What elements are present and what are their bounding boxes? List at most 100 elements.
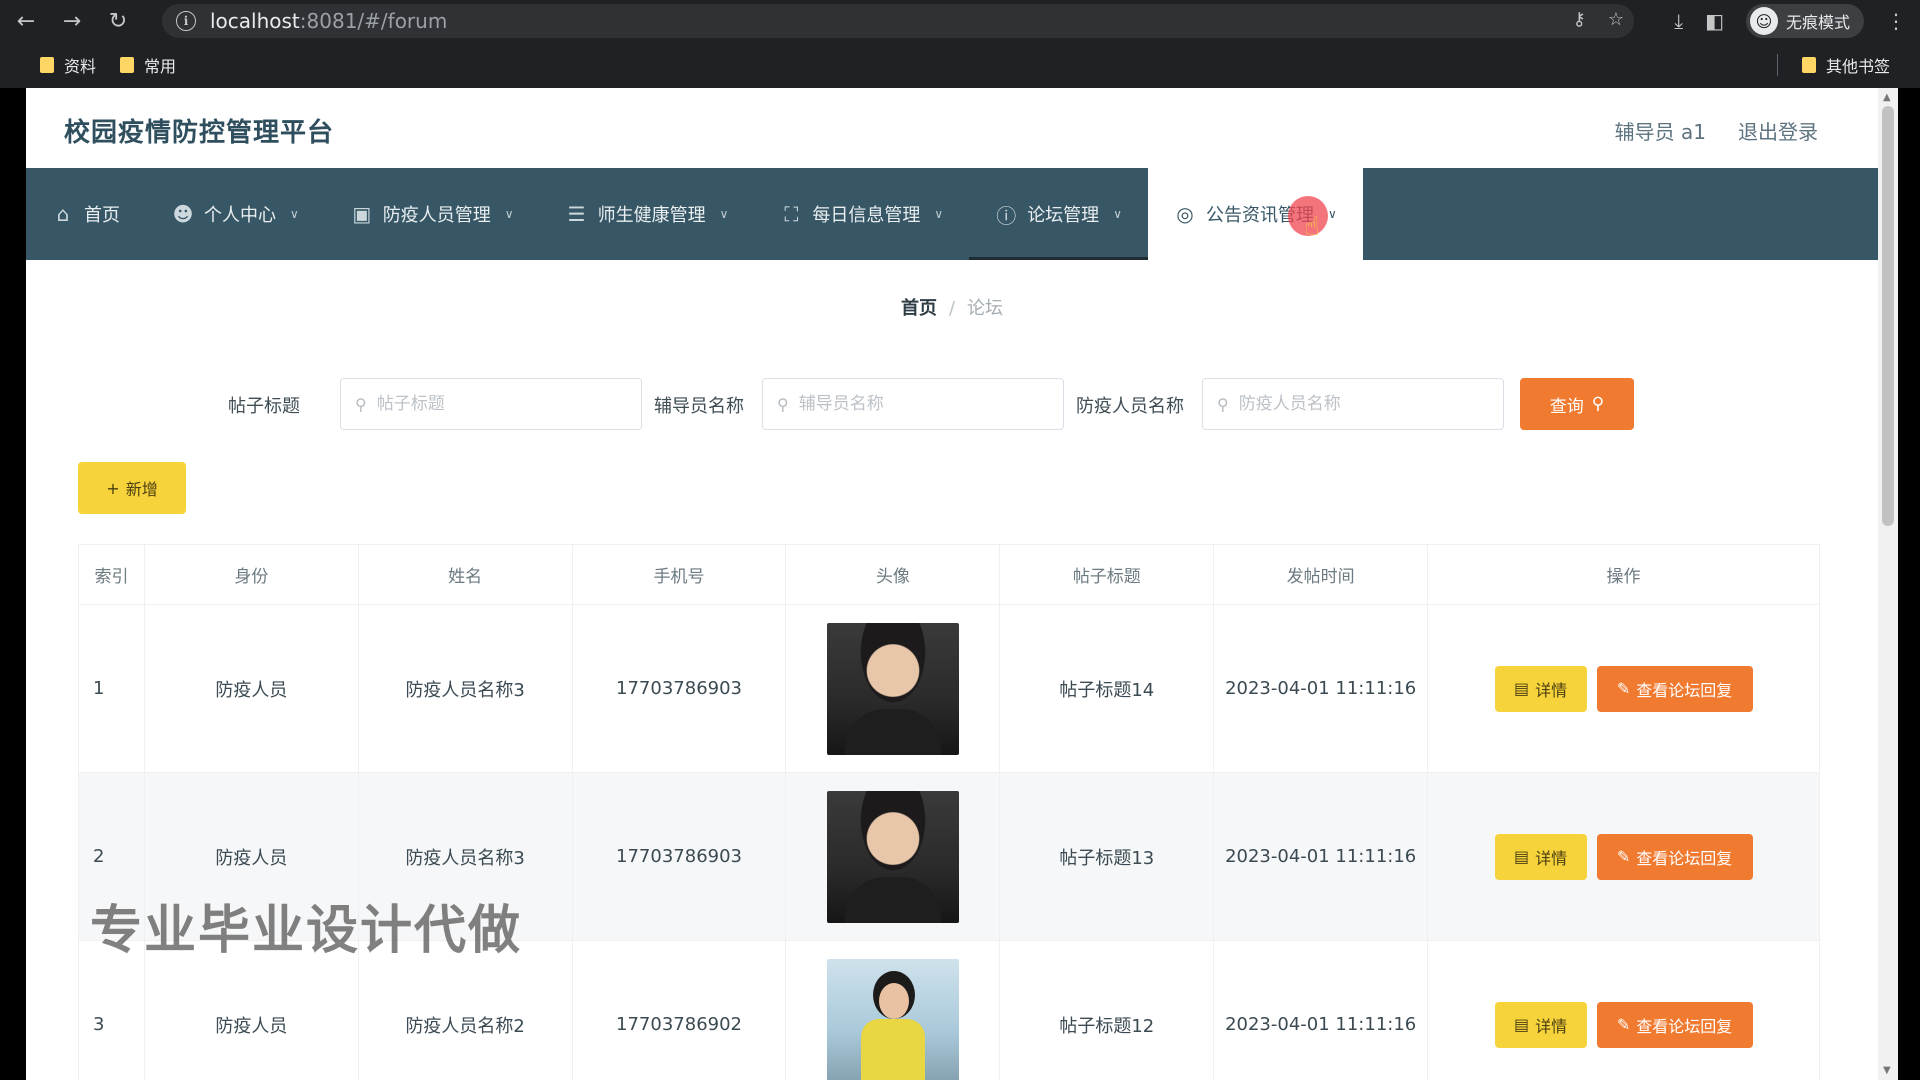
menu-item-personal[interactable]: ☻ 个人中心 ∨ bbox=[146, 168, 325, 260]
url-text: localhost:8081/#/forum bbox=[210, 9, 448, 33]
search-icon: ⚲ bbox=[355, 394, 367, 414]
folder-icon bbox=[120, 57, 135, 73]
chevron-down-icon: ∨ bbox=[1113, 207, 1122, 221]
search-icon: ⚲ bbox=[1591, 394, 1605, 414]
cell-time: 2023-04-01 11:11:16 bbox=[1213, 604, 1429, 773]
key-icon[interactable]: ⚷ bbox=[1573, 9, 1586, 30]
forward-icon[interactable]: → bbox=[52, 3, 92, 39]
staff-search-input[interactable] bbox=[1238, 394, 1479, 414]
view-replies-button[interactable]: ✎ 查看论坛回复 bbox=[1596, 833, 1753, 880]
main-menu: ⌂ 首页 ☻ 个人中心 ∨ ▣ 防疫人员管理 ∨ ☰ 师生健康管理 ∨ ⛶ 每日… bbox=[26, 168, 1878, 260]
cell-avatar bbox=[785, 940, 1001, 1080]
edit-icon: ✎ bbox=[1616, 679, 1631, 698]
scroll-thumb[interactable] bbox=[1882, 106, 1894, 526]
logout-link[interactable]: 退出登录 bbox=[1738, 116, 1818, 145]
cell-role: 防疫人员 bbox=[143, 604, 359, 773]
scroll-up-icon[interactable]: ▲ bbox=[1883, 92, 1891, 103]
col-index: 索引 bbox=[78, 544, 145, 605]
edit-icon: ✎ bbox=[1616, 847, 1631, 866]
current-user: 辅导员 a1 bbox=[1614, 120, 1706, 144]
title-label: 帖子标题 bbox=[228, 396, 300, 417]
cell-title: 帖子标题12 bbox=[999, 940, 1215, 1080]
document-icon: ▤ bbox=[1513, 679, 1530, 698]
site-title: 校园疫情防控管理平台 bbox=[64, 118, 335, 148]
staff-search-field[interactable]: ⚲ bbox=[1202, 378, 1504, 430]
chevron-down-icon: ∨ bbox=[934, 207, 944, 221]
bookmark-folder-2[interactable]: 常用 bbox=[120, 53, 176, 77]
view-replies-button[interactable]: ✎ 查看论坛回复 bbox=[1596, 665, 1753, 712]
breadcrumb-current: 论坛 bbox=[967, 298, 1004, 319]
reload-icon[interactable]: ↻ bbox=[98, 3, 138, 39]
view-replies-button[interactable]: ✎ 查看论坛回复 bbox=[1596, 1001, 1753, 1048]
menu-item-notice[interactable]: ◎ 公告资讯管理 ∨ ☝ bbox=[1147, 168, 1363, 260]
page-scrollbar[interactable]: ▲ ▼ bbox=[1878, 88, 1898, 1080]
bookmark-star-icon[interactable]: ☆ bbox=[1608, 9, 1624, 30]
cell-actions: ▤ 详情 ✎ 查看论坛回复 bbox=[1427, 940, 1820, 1080]
breadcrumb-separator: / bbox=[948, 298, 956, 319]
kebab-menu-icon[interactable]: ⋮ bbox=[1886, 9, 1906, 33]
site-info-icon[interactable]: i bbox=[176, 11, 196, 31]
col-name: 姓名 bbox=[357, 544, 573, 605]
chevron-down-icon: ∨ bbox=[1327, 207, 1337, 221]
query-button[interactable]: 查询 ⚲ bbox=[1520, 378, 1634, 430]
menu-item-staff[interactable]: ▣ 防疫人员管理 ∨ bbox=[325, 168, 540, 260]
staff-label: 防疫人员名称 bbox=[1076, 396, 1184, 417]
address-bar[interactable]: i localhost:8081/#/forum ⚷ ☆ bbox=[162, 4, 1634, 38]
menu-item-daily[interactable]: ⛶ 每日信息管理 ∨ bbox=[754, 168, 969, 260]
cell-phone: 17703786903 bbox=[571, 604, 787, 773]
table-header-row: 索引 身份 姓名 手机号 头像 帖子标题 发帖时间 操作 bbox=[78, 544, 1820, 605]
folder-icon bbox=[1801, 57, 1816, 73]
document-icon: ▤ bbox=[1513, 1015, 1530, 1034]
col-avatar: 头像 bbox=[785, 544, 1001, 605]
chevron-down-icon: ∨ bbox=[719, 207, 729, 221]
detail-button[interactable]: ▤ 详情 bbox=[1494, 833, 1587, 880]
info-icon: ⓘ bbox=[996, 203, 1017, 228]
avatar bbox=[826, 958, 959, 1080]
breadcrumb: 首页 / 论坛 bbox=[26, 294, 1878, 320]
col-actions: 操作 bbox=[1427, 544, 1820, 605]
download-icon[interactable]: ⤓ bbox=[1674, 9, 1683, 33]
detail-button[interactable]: ▤ 详情 bbox=[1494, 665, 1587, 712]
menu-item-health[interactable]: ☰ 师生健康管理 ∨ bbox=[540, 168, 755, 260]
chevron-down-icon: ∨ bbox=[504, 207, 514, 221]
add-button[interactable]: + 新增 bbox=[78, 462, 186, 514]
menu-item-home[interactable]: ⌂ 首页 bbox=[26, 168, 146, 260]
cell-phone: 17703786903 bbox=[571, 772, 787, 941]
cell-actions: ▤ 详情 ✎ 查看论坛回复 bbox=[1427, 604, 1820, 773]
back-icon[interactable]: ← bbox=[6, 3, 46, 39]
cell-index: 1 bbox=[78, 604, 145, 773]
bookmark-folder-1[interactable]: 资料 bbox=[40, 53, 96, 77]
pointer-hand-icon: ☝ bbox=[1303, 212, 1320, 242]
folder-icon bbox=[40, 57, 54, 73]
col-phone: 手机号 bbox=[571, 544, 787, 605]
document-icon: ▤ bbox=[1513, 847, 1530, 866]
target-icon: ◎ bbox=[1176, 202, 1194, 226]
bookmark-divider bbox=[1777, 54, 1778, 76]
chevron-down-icon: ∨ bbox=[290, 207, 299, 221]
detail-button[interactable]: ▤ 详情 bbox=[1494, 1001, 1587, 1048]
page-viewport: 校园疫情防控管理平台 辅导员 a1 退出登录 ⌂ 首页 ☻ 个人中心 ∨ ▣ 防… bbox=[26, 88, 1878, 1080]
cell-avatar bbox=[785, 772, 1001, 941]
briefcase-icon: ▣ bbox=[352, 202, 372, 226]
cell-title: 帖子标题14 bbox=[999, 604, 1215, 773]
other-bookmarks[interactable]: 其他书签 bbox=[1801, 53, 1890, 77]
col-time: 发帖时间 bbox=[1213, 544, 1429, 605]
watermark-text: 专业毕业设计代做 bbox=[90, 901, 523, 961]
site-header: 校园疫情防控管理平台 辅导员 a1 退出登录 bbox=[26, 88, 1878, 168]
menu-item-forum[interactable]: ⓘ 论坛管理 ∨ bbox=[969, 168, 1148, 260]
cell-name: 防疫人员名称3 bbox=[357, 604, 573, 773]
search-icon: ⚲ bbox=[1217, 394, 1229, 414]
breadcrumb-home[interactable]: 首页 bbox=[901, 298, 937, 319]
table-row: 1 防疫人员 防疫人员名称3 17703786903 帖子标题14 2023-0… bbox=[78, 604, 1820, 773]
cell-time: 2023-04-01 11:11:16 bbox=[1213, 940, 1429, 1080]
incognito-badge[interactable]: ☺ 无痕模式 bbox=[1745, 4, 1864, 38]
edit-icon: ✎ bbox=[1616, 1015, 1631, 1034]
sidepanel-icon[interactable]: ◧ bbox=[1705, 9, 1724, 33]
avatar bbox=[826, 790, 959, 923]
counselor-search-field[interactable]: ⚲ bbox=[762, 378, 1064, 430]
counselor-search-input[interactable] bbox=[798, 394, 1039, 414]
browser-chrome: ← → ↻ i localhost:8081/#/forum ⚷ ☆ ⤓ ◧ ☺… bbox=[0, 0, 1920, 88]
scroll-down-icon[interactable]: ▼ bbox=[1883, 1065, 1891, 1076]
title-search-input[interactable] bbox=[376, 394, 617, 414]
title-search-field[interactable]: ⚲ bbox=[340, 378, 642, 430]
